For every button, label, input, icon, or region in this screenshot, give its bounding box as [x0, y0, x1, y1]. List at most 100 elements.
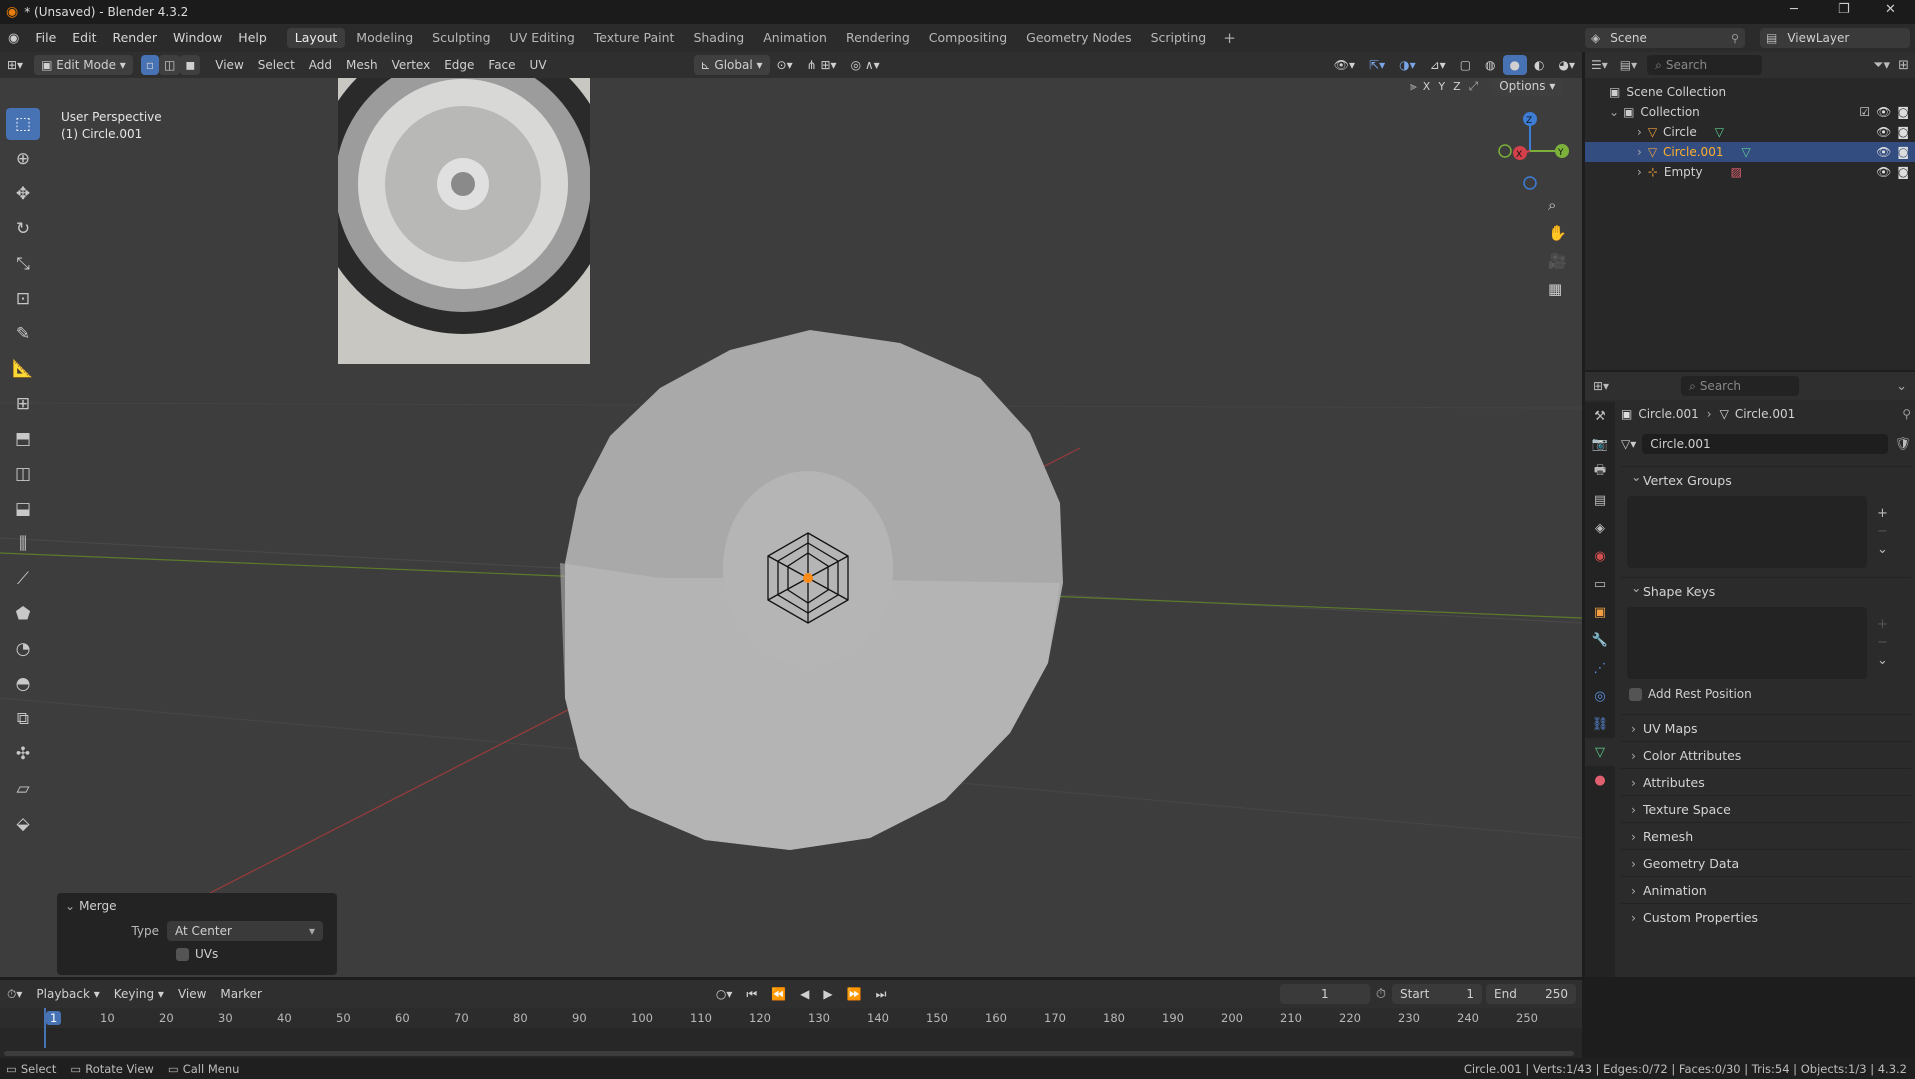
mesh-name-field[interactable]: Circle.001: [1642, 434, 1889, 454]
collection-tab-icon[interactable]: ▭: [1585, 570, 1615, 598]
eye-icon[interactable]: 👁: [1876, 105, 1891, 119]
tab-texture-paint[interactable]: Texture Paint: [586, 28, 683, 48]
panel-geometry-data[interactable]: Geometry Data: [1621, 849, 1911, 877]
mode-dropdown[interactable]: ▣ Edit Mode ▾: [34, 55, 133, 75]
rotate-icon[interactable]: ↻: [6, 213, 40, 245]
tab-layout[interactable]: Layout: [286, 28, 346, 48]
axis-y-toggle[interactable]: Y: [1438, 80, 1445, 93]
axis-x-toggle[interactable]: X: [1423, 80, 1431, 93]
tab-uv-editing[interactable]: UV Editing: [502, 28, 583, 48]
annotate-icon[interactable]: ✎: [6, 318, 40, 350]
panel-remesh[interactable]: Remesh: [1621, 822, 1911, 850]
knife-icon[interactable]: ⟋: [6, 563, 40, 595]
reference-image[interactable]: [338, 78, 590, 364]
select-box-icon[interactable]: ⬚: [6, 108, 40, 140]
gizmo-toggle-icon[interactable]: ⇱▾: [1362, 55, 1392, 75]
vertex-select-icon[interactable]: ▫: [140, 55, 159, 75]
bevel-icon[interactable]: ⬓: [6, 493, 40, 525]
shading-wireframe-icon[interactable]: ◍: [1478, 55, 1502, 75]
playhead[interactable]: [44, 1008, 46, 1048]
edge-select-icon[interactable]: ◫: [158, 55, 181, 75]
extrude-icon[interactable]: ⬒: [6, 423, 40, 455]
spin-icon[interactable]: ◔: [6, 633, 40, 665]
merge-panel-header[interactable]: ⌄ Merge: [57, 893, 337, 919]
add-workspace-icon[interactable]: +: [1217, 29, 1242, 47]
tree-row-collection[interactable]: ⌄ ▣ Collection ☑ 👁 ◙: [1585, 102, 1915, 122]
visibility-icon[interactable]: 👁▾: [1327, 55, 1362, 75]
menu-keying[interactable]: Keying ▾: [107, 984, 171, 1004]
record-icon[interactable]: ○▾: [709, 984, 740, 1004]
tab-scripting[interactable]: Scripting: [1143, 28, 1215, 48]
properties-search-input[interactable]: ⌕ Search: [1681, 376, 1800, 396]
object-tab-icon[interactable]: ▣: [1585, 598, 1615, 626]
pivot-icon[interactable]: ⊙▾: [770, 55, 800, 75]
proportional-edit-icon[interactable]: ◎ ∧▾: [844, 55, 887, 75]
chevron-down-icon[interactable]: ⌄: [1609, 105, 1619, 119]
play-reverse-icon[interactable]: ◀: [793, 984, 816, 1004]
data-tab-icon[interactable]: ▽: [1585, 738, 1615, 766]
chevron-right-icon[interactable]: ›: [1637, 165, 1642, 179]
editor-type-icon[interactable]: ☰▾: [1591, 58, 1608, 72]
menu-timeline-view[interactable]: View: [171, 984, 213, 1004]
merge-type-dropdown[interactable]: At Center ▾: [167, 921, 323, 941]
maximize-icon[interactable]: ❐: [1838, 2, 1850, 17]
uvs-checkbox[interactable]: [176, 947, 189, 961]
zoom-icon[interactable]: ⌕: [1548, 196, 1572, 224]
menu-render[interactable]: Render: [104, 24, 165, 52]
cursor-icon[interactable]: ⊕: [6, 143, 40, 175]
scale-icon[interactable]: ⤡: [6, 248, 40, 280]
menu-add[interactable]: Add: [302, 55, 339, 75]
inset-icon[interactable]: ◫: [6, 458, 40, 490]
viewlayer-selector[interactable]: ▤ ViewLayer: [1760, 28, 1910, 48]
jump-keyframe-back-icon[interactable]: ⏪: [764, 984, 793, 1004]
tree-row-circle-001[interactable]: › ▽ Circle.001 ▽ 👁 ◙: [1585, 142, 1915, 162]
transform-icon[interactable]: ⊡: [6, 283, 40, 315]
add-icon[interactable]: +: [1877, 616, 1888, 634]
eye-icon[interactable]: 👁: [1876, 165, 1891, 179]
add-cube-icon[interactable]: ⊞: [6, 388, 40, 420]
close-icon[interactable]: ✕: [1885, 2, 1896, 17]
navigation-gizmo[interactable]: Z Y X: [1490, 111, 1570, 191]
jump-keyframe-forward-icon[interactable]: ⏩: [840, 984, 869, 1004]
camera-icon[interactable]: ◙: [1897, 145, 1909, 159]
mesh-edit-overlay-icon[interactable]: ⊿▾: [1423, 55, 1453, 75]
render-tab-icon[interactable]: 📷: [1585, 430, 1615, 458]
scene-selector[interactable]: ◈ Scene ⚲: [1585, 28, 1745, 48]
menu-select[interactable]: Select: [251, 55, 302, 75]
world-tab-icon[interactable]: ◉: [1585, 542, 1615, 570]
smooth-icon[interactable]: ◓: [6, 668, 40, 700]
panel-color-attributes[interactable]: Color Attributes: [1621, 741, 1911, 769]
particles-tab-icon[interactable]: ⋰: [1585, 654, 1615, 682]
ortho-toggle-icon[interactable]: ▦: [1548, 280, 1572, 308]
chevron-right-icon[interactable]: ›: [1637, 145, 1642, 159]
editor-type-icon[interactable]: ⊞▾: [0, 55, 30, 75]
view-layer-tab-icon[interactable]: ▤: [1585, 486, 1615, 514]
menu-playback[interactable]: Playback ▾: [29, 984, 106, 1004]
panel-attributes[interactable]: Attributes: [1621, 768, 1911, 796]
vertex-groups-listbox[interactable]: [1627, 496, 1867, 568]
tree-row-circle[interactable]: › ▽ Circle ▽ 👁 ◙: [1585, 122, 1915, 142]
menu-face[interactable]: Face: [481, 55, 522, 75]
material-tab-icon[interactable]: ●: [1585, 766, 1615, 794]
editor-type-icon[interactable]: ⊞▾: [1593, 379, 1609, 393]
tool-tab-icon[interactable]: ⚒: [1585, 402, 1615, 430]
xray-toggle-icon[interactable]: ▢: [1453, 55, 1478, 75]
timeline-ruler[interactable]: 1 10 20 30 40 50 60 70 80 90 100 110 120 130 140 150 160…: [0, 1008, 1582, 1028]
chevron-right-icon[interactable]: ›: [1637, 125, 1642, 139]
menu-help[interactable]: Help: [230, 24, 275, 52]
panel-custom-properties[interactable]: Custom Properties: [1621, 903, 1911, 931]
tab-sculpting[interactable]: Sculpting: [424, 28, 498, 48]
camera-view-icon[interactable]: 🎥: [1548, 252, 1572, 280]
menu-file[interactable]: File: [27, 24, 64, 52]
axis-z-toggle[interactable]: Z: [1453, 80, 1461, 93]
chevron-down-icon[interactable]: ⌄: [1877, 541, 1888, 559]
preview-range-icon[interactable]: ⏱: [1376, 987, 1386, 1002]
transform-orientation-dropdown[interactable]: ⊾ Global ▾: [693, 55, 770, 75]
panel-texture-space[interactable]: Texture Space: [1621, 795, 1911, 823]
chevron-down-icon[interactable]: ⌄: [1896, 379, 1907, 394]
outliner-search-input[interactable]: ⌕ Search: [1647, 55, 1763, 75]
add-icon[interactable]: +: [1877, 505, 1888, 523]
camera-icon[interactable]: ◙: [1897, 165, 1909, 179]
rip-region-icon[interactable]: ⬙: [6, 808, 40, 840]
output-tab-icon[interactable]: 🖶: [1585, 458, 1615, 486]
